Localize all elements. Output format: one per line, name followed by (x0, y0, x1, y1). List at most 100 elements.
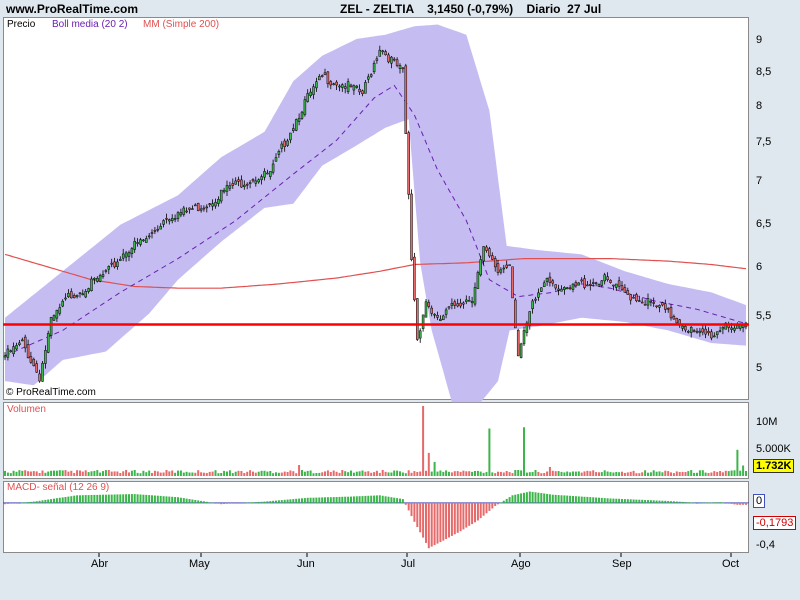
candle-body (269, 171, 272, 177)
macd-bar (32, 501, 35, 503)
candle-body (537, 292, 540, 298)
macd-bar (661, 500, 664, 503)
macd-bar (301, 498, 303, 503)
macd-bar (9, 502, 12, 504)
macd-bar (335, 497, 338, 503)
candle-body (147, 235, 151, 238)
candle-body (557, 288, 560, 291)
volume-bar (655, 471, 658, 476)
candle-body (626, 290, 630, 295)
macd-bar (254, 502, 257, 503)
macd-bar (116, 494, 119, 503)
macd-bar (471, 502, 474, 525)
volume-bar (220, 473, 223, 476)
volume-bar (133, 470, 136, 476)
candle-body (620, 285, 624, 290)
candle-body (666, 307, 670, 310)
macd-bar (133, 494, 136, 503)
macd-bar (107, 494, 110, 503)
candle-body (208, 203, 211, 205)
volume-bar (719, 471, 722, 476)
macd-bar (551, 494, 554, 503)
macd-bar (407, 502, 410, 511)
volume-bar (41, 470, 44, 476)
macd-bar (600, 497, 603, 503)
volume-bar (234, 471, 237, 476)
macd-bar (145, 494, 148, 503)
volume-bar (387, 472, 390, 476)
macd-bar (237, 502, 240, 504)
macd-bar (364, 495, 367, 503)
candle-body (681, 325, 684, 329)
macd-bar (742, 502, 745, 505)
macd-tick: -0,4 (756, 539, 775, 551)
macd-bar (696, 502, 698, 504)
macd-bar (240, 502, 243, 504)
macd-bar (81, 495, 84, 503)
candle-body (442, 315, 445, 321)
volume-bar (381, 470, 384, 476)
candle-body (591, 282, 595, 284)
macd-bar (701, 502, 704, 504)
volume-bar (324, 471, 326, 476)
candle-body (436, 315, 439, 318)
macd-bar (704, 502, 707, 504)
macd-bar (260, 501, 263, 503)
macd-bar (546, 493, 549, 503)
volume-bar (600, 472, 603, 476)
candle-body (733, 327, 736, 331)
volume-bar (182, 472, 185, 476)
candle-body (707, 330, 710, 334)
candle-body (162, 220, 165, 225)
volume-bar (53, 470, 55, 476)
volume-bar (707, 473, 710, 476)
volume-bar (488, 428, 491, 476)
macd-bar (263, 501, 266, 503)
volume-bar (292, 471, 295, 476)
candle-body (297, 117, 301, 122)
macd-bar (73, 495, 76, 503)
macd-bar (517, 494, 520, 503)
volume-bar (104, 470, 107, 476)
candle-body (522, 330, 526, 345)
macd-bar (341, 496, 344, 503)
volume-bar (130, 470, 133, 476)
volume-bar (298, 465, 301, 476)
macd-bar (99, 494, 102, 503)
volume-bar (672, 473, 675, 476)
candle-body (349, 84, 353, 88)
candle-body (222, 189, 226, 193)
volume-bar (122, 471, 125, 476)
macd-bar (165, 496, 168, 503)
volume-bar (546, 471, 549, 476)
candle-body (116, 261, 119, 267)
macd-bar (159, 495, 162, 503)
volume-bar (197, 470, 200, 476)
volume-bar (306, 470, 309, 476)
volume-bar (223, 470, 226, 476)
macd-bar (347, 496, 350, 503)
macd-bar (156, 495, 159, 503)
volume-bar (295, 473, 298, 476)
candle-body (133, 241, 136, 250)
volume-bar (128, 472, 130, 476)
macd-bar (387, 496, 390, 503)
macd-bar (491, 502, 494, 509)
volume-bar (425, 470, 427, 476)
volume-bar (427, 452, 430, 476)
macd-bar (456, 502, 459, 533)
macd-bar (257, 501, 260, 503)
macd-bar (583, 496, 586, 503)
macd-bar (681, 501, 684, 503)
volume-bar (38, 473, 41, 476)
volume-bar (609, 472, 612, 476)
volume-bar (211, 471, 214, 476)
candle-body (540, 287, 543, 292)
macd-bar (361, 496, 364, 503)
macd-bar (185, 498, 188, 503)
volume-bar (355, 471, 358, 476)
macd-bar (303, 498, 306, 503)
candle-body (655, 305, 658, 308)
candle-body (199, 208, 203, 211)
macd-bar (283, 499, 286, 503)
